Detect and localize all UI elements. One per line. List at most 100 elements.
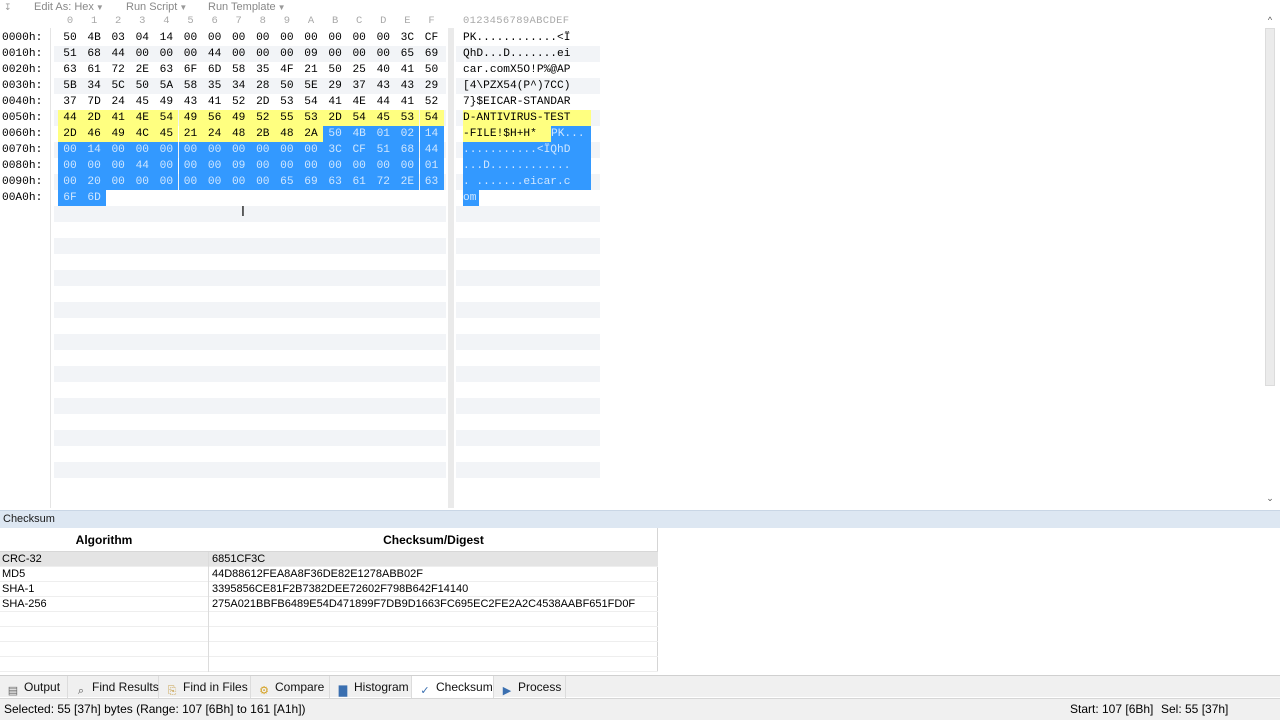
hex-byte[interactable]: 48 [226,126,251,142]
hex-byte[interactable]: 00 [179,46,203,62]
hex-byte[interactable]: 00 [106,174,131,190]
ascii-text[interactable]: 7}$EICAR-STANDAR [463,94,591,110]
hex-byte[interactable]: CF [420,30,444,46]
hex-byte[interactable]: 34 [82,78,106,94]
hex-byte[interactable]: 40 [371,62,395,78]
checksum-row[interactable]: MD5 44D88612FEA8A8F36DE82E1278ABB02F [0,567,658,582]
tab-process[interactable]: ▶ Process [494,676,566,698]
hex-byte[interactable]: 00 [274,158,299,174]
hex-byte[interactable]: 37 [347,78,371,94]
hex-byte[interactable]: 37 [58,94,82,110]
hex-byte[interactable]: 49 [154,94,178,110]
hex-byte[interactable]: 69 [420,46,444,62]
hex-byte[interactable]: 03 [106,30,130,46]
hex-byte[interactable]: 4B [347,126,372,142]
tab-find-results[interactable]: ⌕ Find Results [68,676,159,698]
hex-byte[interactable]: 00 [202,158,227,174]
hex-byte[interactable]: 50 [420,62,444,78]
hex-byte[interactable]: 63 [419,174,444,190]
hex-byte[interactable]: 61 [82,62,106,78]
hex-byte[interactable]: 00 [82,158,107,174]
hex-byte[interactable]: 2D [58,126,82,142]
hex-byte[interactable]: 51 [58,46,82,62]
hex-byte[interactable]: 00 [202,142,227,158]
hex-byte[interactable]: 6F [179,62,203,78]
hex-byte[interactable]: 00 [154,158,179,174]
hex-byte[interactable]: 00 [130,174,155,190]
ascii-text[interactable]: ...........<ÏQhD [463,142,591,158]
hex-byte[interactable]: 00 [323,158,348,174]
hex-byte[interactable]: 00 [178,158,203,174]
hex-byte[interactable]: 09 [299,46,323,62]
hex-byte[interactable]: 00 [227,46,251,62]
hex-byte[interactable]: 53 [275,94,299,110]
checksum-row[interactable]: SHA-1 3395856CE81F2B7382DEE72602F798B642F… [0,582,658,597]
hex-byte[interactable]: 09 [226,158,251,174]
hex-byte[interactable]: 51 [371,142,396,158]
ascii-text[interactable]: PK............<Ï [463,30,591,46]
hex-byte[interactable]: 44 [58,110,82,126]
hex-byte[interactable]: 6D [203,62,227,78]
hex-byte[interactable]: 01 [371,126,396,142]
hex-byte[interactable]: 72 [371,174,396,190]
scroll-up-icon[interactable]: ^ [1264,14,1276,26]
hex-byte[interactable]: 34 [227,78,251,94]
hex-byte[interactable]: 2D [323,110,348,126]
hex-byte[interactable]: 63 [323,174,348,190]
hex-byte[interactable]: 00 [227,30,251,46]
hex-byte[interactable]: 21 [178,126,203,142]
hex-byte[interactable]: 45 [130,94,154,110]
algorithm-column-header[interactable]: Algorithm [0,528,208,552]
hex-byte[interactable]: 00 [130,46,154,62]
hex-byte[interactable]: 4E [347,94,371,110]
hex-byte[interactable]: 41 [395,94,419,110]
hex-byte[interactable]: 2A [299,126,323,142]
hex-byte[interactable]: 00 [275,30,299,46]
hex-byte[interactable]: 00 [178,142,203,158]
hex-byte[interactable]: 5B [58,78,82,94]
hex-byte[interactable]: 54 [154,110,179,126]
hex-byte[interactable]: 21 [299,62,323,78]
hex-byte[interactable]: 00 [58,142,82,158]
hex-byte[interactable]: 4C [130,126,155,142]
checksum-row[interactable]: SHA-256 275A021BBFB6489E54D471899F7DB9D16… [0,597,658,612]
run-template-dropdown[interactable]: Run Template ▼ [208,0,286,14]
hex-byte[interactable]: 49 [106,126,131,142]
vertical-scrollbar[interactable]: ^ ⌄ [1262,14,1278,508]
ascii-text[interactable]: D-ANTIVIRUS-TEST [463,110,591,126]
hex-byte[interactable]: 00 [323,46,347,62]
hex-byte[interactable]: 24 [106,94,130,110]
hex-byte[interactable]: 00 [395,158,420,174]
hex-byte[interactable]: 04 [130,30,154,46]
hex-byte[interactable]: 00 [250,158,275,174]
hex-byte[interactable]: 00 [347,158,372,174]
edit-as-dropdown[interactable]: Edit As: Hex ▼ [34,0,104,14]
hex-byte[interactable]: 41 [203,94,227,110]
hex-byte[interactable]: 00 [347,46,371,62]
hex-byte[interactable]: 14 [419,126,444,142]
hex-byte[interactable]: 00 [58,174,82,190]
hex-byte[interactable]: 00 [371,30,395,46]
hex-byte[interactable]: 52 [227,94,251,110]
hex-byte[interactable]: 5E [299,78,323,94]
hex-byte[interactable]: 00 [106,158,131,174]
tab-compare[interactable]: ⚙ Compare [251,676,330,698]
hex-byte[interactable]: 00 [250,174,275,190]
hex-byte[interactable]: 44 [371,94,395,110]
scroll-down-icon[interactable]: ⌄ [1264,492,1276,504]
hex-byte[interactable]: 43 [371,78,395,94]
hex-byte[interactable]: 14 [82,142,107,158]
hex-byte[interactable]: 58 [227,62,251,78]
hex-byte[interactable]: 41 [395,62,419,78]
checksum-row[interactable] [0,657,658,672]
hex-byte[interactable]: 00 [250,142,275,158]
checksum-row[interactable] [0,627,658,642]
hex-byte[interactable]: 65 [395,46,419,62]
hex-byte[interactable]: 6D [82,190,107,206]
hex-byte[interactable]: 35 [203,78,227,94]
hex-byte[interactable]: 41 [106,110,131,126]
hex-byte[interactable]: 63 [58,62,82,78]
tab-find-in-files[interactable]: ⎘ Find in Files [159,676,251,698]
hex-byte[interactable]: 4B [82,30,106,46]
tab-output[interactable]: ▤ Output [0,676,68,698]
